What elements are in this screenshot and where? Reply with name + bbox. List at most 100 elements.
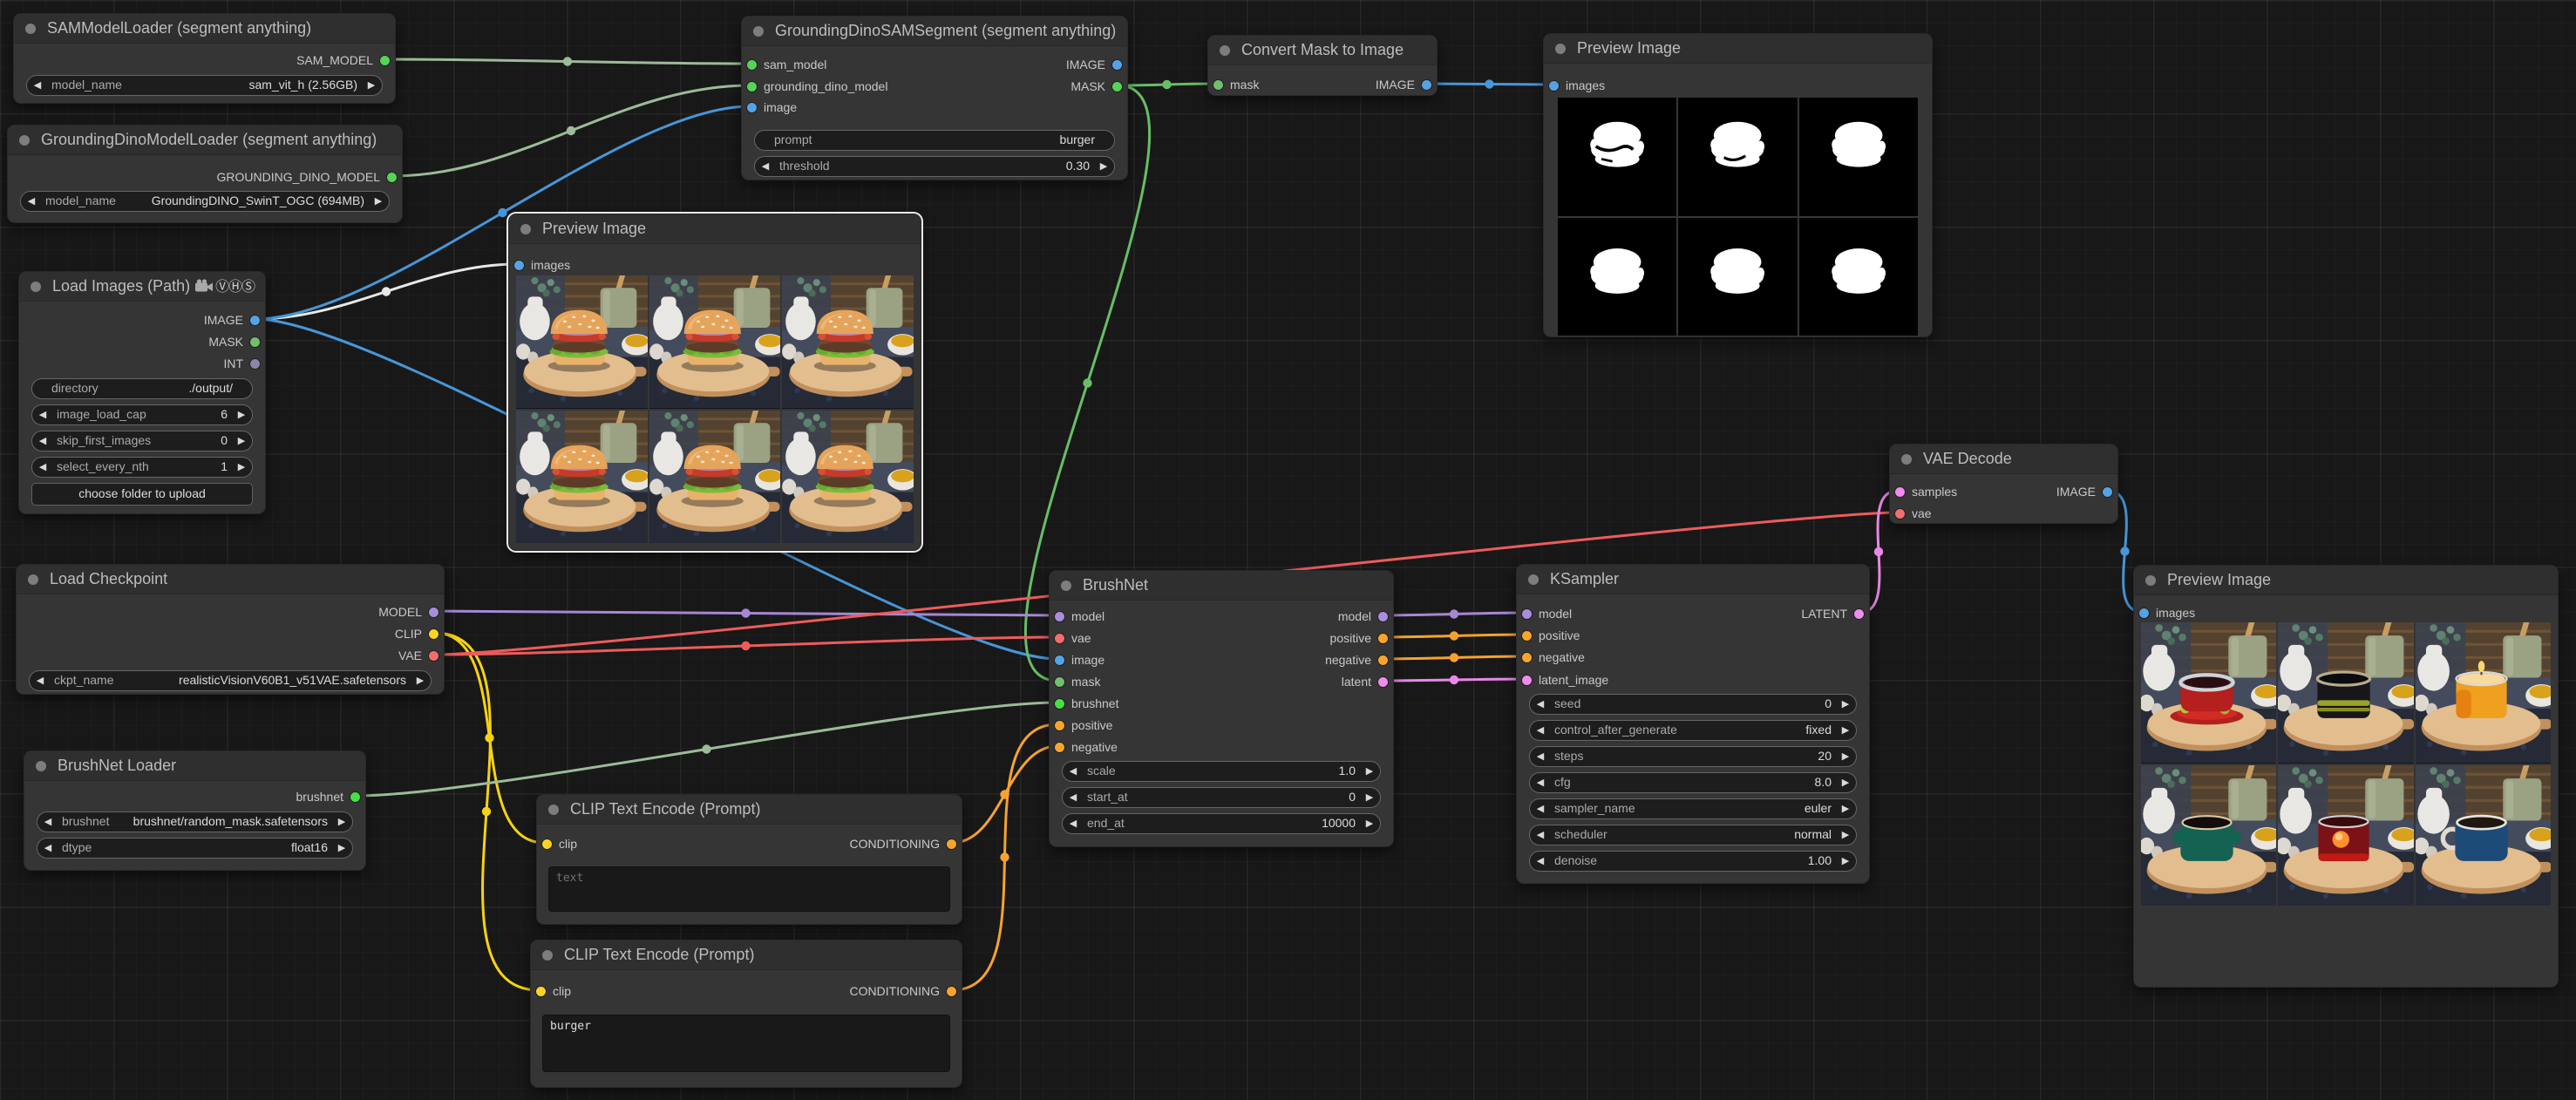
node-mask2img[interactable]: Convert Mask to Image mask IMAGE — [1207, 35, 1438, 96]
port-dot[interactable] — [542, 839, 552, 849]
decrement-arrow[interactable]: ◀ — [1533, 773, 1548, 792]
output-port-CONDITIONING[interactable]: CONDITIONING — [850, 835, 962, 852]
input-port-grounding_dino_model[interactable]: grounding_dino_model — [742, 78, 887, 95]
collapse-dot-icon[interactable] — [1555, 44, 1566, 54]
port-dot[interactable] — [1055, 743, 1064, 752]
decrement-arrow[interactable]: ◀ — [1065, 788, 1081, 807]
decrement-arrow[interactable]: ◀ — [35, 405, 51, 424]
decrement-arrow[interactable]: ◀ — [35, 431, 51, 451]
widget-start_at[interactable]: ◀ start_at 0 ▶ — [1062, 787, 1381, 808]
port-dot[interactable] — [1522, 609, 1532, 619]
port-dot[interactable] — [747, 60, 757, 70]
node-gdss[interactable]: GroundingDinoSAMSegment (segment anythin… — [741, 16, 1128, 180]
port-dot[interactable] — [2103, 487, 2112, 497]
decrement-arrow[interactable]: ◀ — [24, 192, 39, 211]
node-ksampler[interactable]: KSampler model positive negative latent_imag… — [1516, 564, 1870, 884]
port-dot[interactable] — [1378, 634, 1388, 643]
node-title-bar[interactable]: GroundingDinoSAMSegment (segment anythin… — [742, 17, 1127, 46]
node-brushnet_loader[interactable]: BrushNet Loader brushnet ◀ brushnet brushnet… — [24, 750, 366, 871]
node-vae_decode[interactable]: VAE Decode samples vae IMAGE — [1889, 444, 2118, 524]
port-dot[interactable] — [350, 792, 360, 802]
decrement-arrow[interactable]: ◀ — [1533, 747, 1548, 766]
widget-denoise[interactable]: ◀ denoise 1.00 ▶ — [1529, 851, 1857, 872]
node-title-bar[interactable]: SAMModelLoader (segment anything) — [14, 14, 395, 44]
node-title-bar[interactable]: VAE Decode — [1890, 445, 2117, 474]
decrement-arrow[interactable]: ◀ — [35, 458, 51, 477]
widget-end_at[interactable]: ◀ end_at 10000 ▶ — [1062, 813, 1381, 834]
increment-arrow[interactable]: ▶ — [1096, 157, 1111, 176]
input-port-vae[interactable]: vae — [1890, 505, 1932, 522]
increment-arrow[interactable]: ▶ — [1838, 825, 1853, 845]
increment-arrow[interactable]: ▶ — [234, 458, 249, 477]
port-dot[interactable] — [747, 82, 757, 92]
decrement-arrow[interactable]: ◀ — [1533, 852, 1548, 871]
port-dot[interactable] — [1522, 631, 1532, 641]
port-dot[interactable] — [429, 608, 438, 617]
port-dot[interactable] — [1055, 655, 1064, 665]
port-dot[interactable] — [514, 261, 524, 270]
output-port-MODEL[interactable]: MODEL — [378, 603, 444, 621]
node-title-bar[interactable]: KSampler — [1517, 565, 1869, 594]
widget-steps[interactable]: ◀ steps 20 ▶ — [1529, 746, 1857, 767]
node-title-bar[interactable]: Convert Mask to Image — [1208, 36, 1437, 65]
increment-arrow[interactable]: ▶ — [234, 431, 249, 451]
node-title-bar[interactable]: Load Checkpoint — [17, 565, 444, 594]
input-port-clip[interactable]: clip — [537, 835, 577, 852]
collapse-dot-icon[interactable] — [1220, 45, 1230, 56]
widget-control_after_generate[interactable]: ◀ control_after_generate fixed ▶ — [1529, 720, 1857, 741]
widget-dtype[interactable]: ◀ dtype float16 ▶ — [37, 838, 353, 859]
port-dot[interactable] — [1378, 677, 1388, 687]
increment-arrow[interactable]: ▶ — [334, 839, 350, 858]
widget-directory[interactable]: directory ./output/ — [31, 378, 253, 399]
decrement-arrow[interactable]: ◀ — [1065, 762, 1081, 781]
decrement-arrow[interactable]: ◀ — [30, 76, 45, 95]
collapse-dot-icon[interactable] — [1061, 581, 1071, 591]
increment-arrow[interactable]: ▶ — [1838, 747, 1853, 766]
output-port-brushnet[interactable]: brushnet — [296, 788, 365, 805]
port-dot[interactable] — [947, 839, 956, 849]
widget-scheduler[interactable]: ◀ scheduler normal ▶ — [1529, 825, 1857, 845]
port-dot[interactable] — [1895, 509, 1905, 519]
increment-arrow[interactable]: ▶ — [370, 192, 386, 211]
output-port-LATENT[interactable]: LATENT — [1801, 605, 1869, 622]
port-dot[interactable] — [1549, 81, 1559, 91]
increment-arrow[interactable]: ▶ — [1838, 852, 1853, 871]
collapse-dot-icon[interactable] — [2145, 575, 2156, 586]
input-port-negative[interactable]: negative — [1517, 648, 1585, 666]
output-port-MASK[interactable]: MASK — [208, 333, 265, 350]
collapse-dot-icon[interactable] — [753, 26, 764, 37]
node-load_images[interactable]: Load Images (Path) ⓋⒽⓈ IMAGE MASK INT directo… — [18, 271, 266, 514]
node-title-bar[interactable]: Preview Image — [2134, 566, 2558, 595]
input-port-brushnet[interactable]: brushnet — [1050, 695, 1118, 712]
widget-prompt[interactable]: prompt burger — [754, 130, 1115, 151]
output-port-INT[interactable]: INT — [223, 355, 265, 372]
input-port-positive[interactable]: positive — [1517, 627, 1580, 644]
widget-brushnet[interactable]: ◀ brushnet brushnet/random_mask.safetensor… — [37, 811, 353, 832]
widget-seed[interactable]: ◀ seed 0 ▶ — [1529, 694, 1857, 715]
port-dot[interactable] — [1112, 60, 1122, 70]
input-port-image[interactable]: image — [742, 98, 797, 116]
output-port-IMAGE[interactable]: IMAGE — [2056, 483, 2117, 500]
node-clip_pos[interactable]: CLIP Text Encode (Prompt) clip CONDITIONIN… — [530, 940, 962, 1088]
port-dot[interactable] — [1854, 609, 1864, 619]
node-preview_burgers[interactable]: Preview Image images — [508, 214, 921, 551]
port-dot[interactable] — [1055, 677, 1064, 687]
node-title-bar[interactable]: CLIP Text Encode (Prompt) — [531, 940, 962, 970]
prompt-textarea[interactable]: burger — [542, 1015, 950, 1072]
decrement-arrow[interactable]: ◀ — [1065, 814, 1081, 833]
output-port-latent[interactable]: latent — [1342, 673, 1393, 690]
input-port-images[interactable]: images — [1544, 77, 1605, 94]
output-port-negative[interactable]: negative — [1325, 651, 1393, 669]
input-port-latent_image[interactable]: latent_image — [1517, 671, 1608, 689]
decrement-arrow[interactable]: ◀ — [1533, 799, 1548, 818]
increment-arrow[interactable]: ▶ — [364, 76, 379, 95]
collapse-dot-icon[interactable] — [548, 805, 559, 815]
input-port-negative[interactable]: negative — [1050, 738, 1118, 756]
output-port-GROUNDING_DINO_MODEL[interactable]: GROUNDING_DINO_MODEL — [217, 168, 402, 186]
node-dino_loader[interactable]: GroundingDinoModelLoader (segment anythi… — [7, 125, 403, 223]
node-title-bar[interactable]: Load Images (Path) ⓋⒽⓈ — [19, 272, 265, 302]
output-port-model[interactable]: model — [1338, 608, 1393, 625]
input-port-model[interactable]: model — [1050, 608, 1104, 625]
collapse-dot-icon[interactable] — [1901, 454, 1912, 465]
port-dot[interactable] — [1378, 612, 1388, 621]
